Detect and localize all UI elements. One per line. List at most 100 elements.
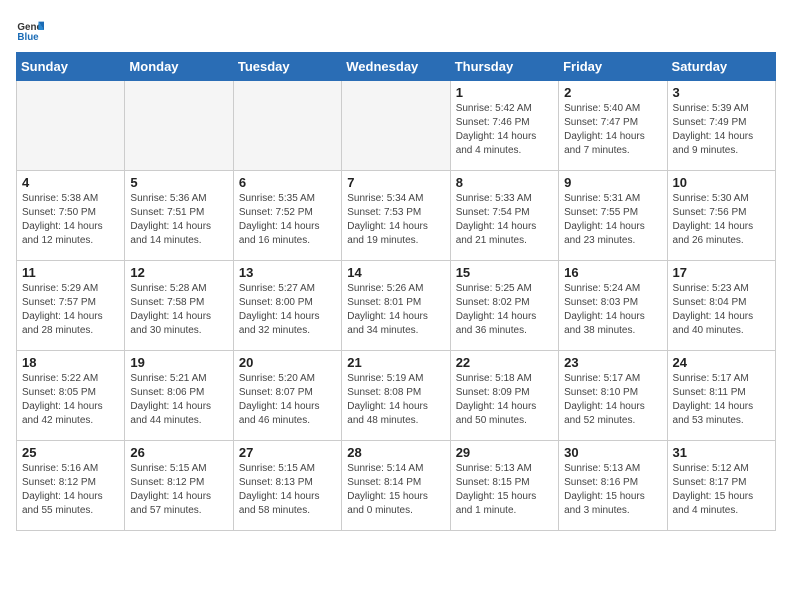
- day-number: 4: [22, 175, 119, 190]
- calendar-cell: 12 Sunrise: 5:28 AM Sunset: 7:58 PM Dayl…: [125, 261, 233, 351]
- calendar-cell: 11 Sunrise: 5:29 AM Sunset: 7:57 PM Dayl…: [17, 261, 125, 351]
- day-info: Sunrise: 5:23 AM Sunset: 8:04 PM Dayligh…: [673, 282, 770, 338]
- day-number: 6: [239, 175, 336, 190]
- day-number: 5: [130, 175, 227, 190]
- calendar-cell: 27 Sunrise: 5:15 AM Sunset: 8:13 PM Dayl…: [233, 441, 341, 531]
- calendar-cell: 22 Sunrise: 5:18 AM Sunset: 8:09 PM Dayl…: [450, 351, 558, 441]
- day-number: 11: [22, 265, 119, 280]
- weekday-header-sunday: Sunday: [17, 53, 125, 81]
- calendar-cell: [125, 81, 233, 171]
- day-info: Sunrise: 5:38 AM Sunset: 7:50 PM Dayligh…: [22, 192, 119, 248]
- calendar-cell: 1 Sunrise: 5:42 AM Sunset: 7:46 PM Dayli…: [450, 81, 558, 171]
- day-number: 21: [347, 355, 444, 370]
- calendar-cell: 4 Sunrise: 5:38 AM Sunset: 7:50 PM Dayli…: [17, 171, 125, 261]
- day-info: Sunrise: 5:25 AM Sunset: 8:02 PM Dayligh…: [456, 282, 553, 338]
- calendar-cell: 30 Sunrise: 5:13 AM Sunset: 8:16 PM Dayl…: [559, 441, 667, 531]
- day-number: 13: [239, 265, 336, 280]
- day-number: 28: [347, 445, 444, 460]
- calendar-cell: 14 Sunrise: 5:26 AM Sunset: 8:01 PM Dayl…: [342, 261, 450, 351]
- day-info: Sunrise: 5:15 AM Sunset: 8:13 PM Dayligh…: [239, 462, 336, 518]
- calendar-cell: 19 Sunrise: 5:21 AM Sunset: 8:06 PM Dayl…: [125, 351, 233, 441]
- day-info: Sunrise: 5:20 AM Sunset: 8:07 PM Dayligh…: [239, 372, 336, 428]
- svg-text:Blue: Blue: [17, 32, 39, 43]
- calendar-cell: 21 Sunrise: 5:19 AM Sunset: 8:08 PM Dayl…: [342, 351, 450, 441]
- day-number: 23: [564, 355, 661, 370]
- day-number: 1: [456, 85, 553, 100]
- day-info: Sunrise: 5:13 AM Sunset: 8:15 PM Dayligh…: [456, 462, 553, 518]
- day-number: 16: [564, 265, 661, 280]
- day-number: 24: [673, 355, 770, 370]
- calendar-cell: 2 Sunrise: 5:40 AM Sunset: 7:47 PM Dayli…: [559, 81, 667, 171]
- day-info: Sunrise: 5:16 AM Sunset: 8:12 PM Dayligh…: [22, 462, 119, 518]
- day-number: 17: [673, 265, 770, 280]
- day-info: Sunrise: 5:40 AM Sunset: 7:47 PM Dayligh…: [564, 102, 661, 158]
- calendar-cell: [233, 81, 341, 171]
- day-number: 12: [130, 265, 227, 280]
- day-number: 26: [130, 445, 227, 460]
- day-number: 15: [456, 265, 553, 280]
- day-info: Sunrise: 5:30 AM Sunset: 7:56 PM Dayligh…: [673, 192, 770, 248]
- weekday-header-wednesday: Wednesday: [342, 53, 450, 81]
- day-number: 20: [239, 355, 336, 370]
- calendar-cell: 6 Sunrise: 5:35 AM Sunset: 7:52 PM Dayli…: [233, 171, 341, 261]
- calendar-cell: 31 Sunrise: 5:12 AM Sunset: 8:17 PM Dayl…: [667, 441, 775, 531]
- calendar-cell: 15 Sunrise: 5:25 AM Sunset: 8:02 PM Dayl…: [450, 261, 558, 351]
- day-number: 14: [347, 265, 444, 280]
- day-number: 19: [130, 355, 227, 370]
- weekday-header-saturday: Saturday: [667, 53, 775, 81]
- day-number: 31: [673, 445, 770, 460]
- calendar-cell: 9 Sunrise: 5:31 AM Sunset: 7:55 PM Dayli…: [559, 171, 667, 261]
- calendar-cell: 25 Sunrise: 5:16 AM Sunset: 8:12 PM Dayl…: [17, 441, 125, 531]
- day-info: Sunrise: 5:19 AM Sunset: 8:08 PM Dayligh…: [347, 372, 444, 428]
- day-info: Sunrise: 5:39 AM Sunset: 7:49 PM Dayligh…: [673, 102, 770, 158]
- day-number: 9: [564, 175, 661, 190]
- day-info: Sunrise: 5:17 AM Sunset: 8:10 PM Dayligh…: [564, 372, 661, 428]
- day-number: 3: [673, 85, 770, 100]
- day-info: Sunrise: 5:26 AM Sunset: 8:01 PM Dayligh…: [347, 282, 444, 338]
- weekday-header-tuesday: Tuesday: [233, 53, 341, 81]
- calendar-cell: 17 Sunrise: 5:23 AM Sunset: 8:04 PM Dayl…: [667, 261, 775, 351]
- day-info: Sunrise: 5:13 AM Sunset: 8:16 PM Dayligh…: [564, 462, 661, 518]
- day-number: 7: [347, 175, 444, 190]
- calendar-cell: 20 Sunrise: 5:20 AM Sunset: 8:07 PM Dayl…: [233, 351, 341, 441]
- day-info: Sunrise: 5:22 AM Sunset: 8:05 PM Dayligh…: [22, 372, 119, 428]
- day-number: 22: [456, 355, 553, 370]
- calendar-table: SundayMondayTuesdayWednesdayThursdayFrid…: [16, 52, 776, 531]
- weekday-header-monday: Monday: [125, 53, 233, 81]
- calendar-cell: [17, 81, 125, 171]
- day-info: Sunrise: 5:42 AM Sunset: 7:46 PM Dayligh…: [456, 102, 553, 158]
- day-info: Sunrise: 5:33 AM Sunset: 7:54 PM Dayligh…: [456, 192, 553, 248]
- day-number: 25: [22, 445, 119, 460]
- day-number: 2: [564, 85, 661, 100]
- calendar-cell: 13 Sunrise: 5:27 AM Sunset: 8:00 PM Dayl…: [233, 261, 341, 351]
- day-info: Sunrise: 5:14 AM Sunset: 8:14 PM Dayligh…: [347, 462, 444, 518]
- day-number: 18: [22, 355, 119, 370]
- day-info: Sunrise: 5:35 AM Sunset: 7:52 PM Dayligh…: [239, 192, 336, 248]
- calendar-cell: 5 Sunrise: 5:36 AM Sunset: 7:51 PM Dayli…: [125, 171, 233, 261]
- calendar-cell: 7 Sunrise: 5:34 AM Sunset: 7:53 PM Dayli…: [342, 171, 450, 261]
- calendar-cell: 16 Sunrise: 5:24 AM Sunset: 8:03 PM Dayl…: [559, 261, 667, 351]
- logo-icon: General Blue: [16, 16, 44, 44]
- day-number: 8: [456, 175, 553, 190]
- day-number: 27: [239, 445, 336, 460]
- day-info: Sunrise: 5:24 AM Sunset: 8:03 PM Dayligh…: [564, 282, 661, 338]
- calendar-cell: 26 Sunrise: 5:15 AM Sunset: 8:12 PM Dayl…: [125, 441, 233, 531]
- day-info: Sunrise: 5:28 AM Sunset: 7:58 PM Dayligh…: [130, 282, 227, 338]
- calendar-cell: 28 Sunrise: 5:14 AM Sunset: 8:14 PM Dayl…: [342, 441, 450, 531]
- weekday-header-thursday: Thursday: [450, 53, 558, 81]
- day-info: Sunrise: 5:17 AM Sunset: 8:11 PM Dayligh…: [673, 372, 770, 428]
- calendar-cell: 3 Sunrise: 5:39 AM Sunset: 7:49 PM Dayli…: [667, 81, 775, 171]
- logo: General Blue: [16, 16, 48, 44]
- day-info: Sunrise: 5:21 AM Sunset: 8:06 PM Dayligh…: [130, 372, 227, 428]
- calendar-cell: 8 Sunrise: 5:33 AM Sunset: 7:54 PM Dayli…: [450, 171, 558, 261]
- day-info: Sunrise: 5:31 AM Sunset: 7:55 PM Dayligh…: [564, 192, 661, 248]
- page-header: General Blue: [16, 16, 776, 44]
- day-info: Sunrise: 5:18 AM Sunset: 8:09 PM Dayligh…: [456, 372, 553, 428]
- day-number: 29: [456, 445, 553, 460]
- day-number: 10: [673, 175, 770, 190]
- calendar-cell: 23 Sunrise: 5:17 AM Sunset: 8:10 PM Dayl…: [559, 351, 667, 441]
- day-info: Sunrise: 5:27 AM Sunset: 8:00 PM Dayligh…: [239, 282, 336, 338]
- day-info: Sunrise: 5:12 AM Sunset: 8:17 PM Dayligh…: [673, 462, 770, 518]
- calendar-cell: [342, 81, 450, 171]
- weekday-header-friday: Friday: [559, 53, 667, 81]
